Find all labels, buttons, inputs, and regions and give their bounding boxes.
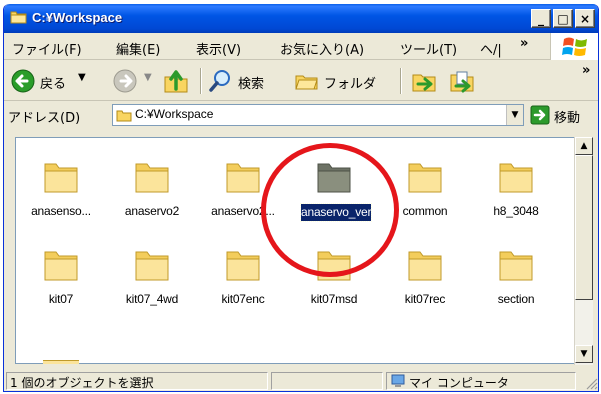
- folder-label: anaservo2...: [211, 204, 275, 218]
- scroll-down-button[interactable]: ▼: [575, 345, 593, 363]
- windows-logo: [550, 33, 598, 60]
- folder-item[interactable]: kit07rec: [380, 248, 470, 328]
- folder-label: anasenso...: [31, 204, 91, 218]
- folder-item[interactable]: anaservo_ver2: [289, 160, 379, 240]
- menu-bar: ファイル(F) 編集(E) 表示(V) お気に入り(A) ツール(T) ヘ/| …: [4, 33, 598, 60]
- folder-item[interactable]: h8_3048: [471, 160, 561, 240]
- status-location-label: マイ コンピュータ: [409, 376, 509, 390]
- menu-help[interactable]: ヘ/|: [480, 39, 502, 58]
- folder-item[interactable]: anaservo2: [107, 160, 197, 240]
- vertical-scrollbar[interactable]: ▲ ▼: [574, 137, 593, 365]
- copy-to-icon[interactable]: [448, 67, 476, 95]
- folder-item[interactable]: kit07: [16, 248, 106, 328]
- folder-icon: [408, 251, 442, 281]
- menu-favorites[interactable]: お気に入り(A): [280, 39, 364, 58]
- folder-item[interactable]: kit07_4wd: [107, 248, 197, 328]
- menu-overflow-chevron[interactable]: »: [520, 36, 528, 51]
- address-bar: アドレス(D) C:¥Workspace ▼ 移動: [4, 102, 598, 129]
- folder-icon: [226, 251, 260, 281]
- folder-icon: [135, 251, 169, 281]
- address-label: アドレス(D): [8, 111, 81, 126]
- forward-dropdown-chevron-icon: ▼: [144, 72, 152, 83]
- back-dropdown-chevron-icon[interactable]: ▼: [78, 72, 86, 83]
- folder-icon: [499, 163, 533, 193]
- back-button[interactable]: 戻る ▼: [10, 67, 102, 95]
- file-list-pane[interactable]: anasenso... anaservo2 anaservo2... anaservo…: [15, 137, 593, 365]
- scroll-up-button[interactable]: ▲: [575, 137, 593, 155]
- close-button[interactable]: ×: [575, 9, 595, 28]
- forward-button[interactable]: ▼: [112, 67, 156, 95]
- address-value: C:¥Workspace: [135, 107, 214, 121]
- toolbar-overflow-chevron[interactable]: »: [582, 63, 590, 78]
- search-icon: [209, 70, 230, 92]
- folder-icon: [499, 251, 533, 281]
- folder-label: kit07enc: [221, 292, 265, 306]
- folder-label: anaservo_ver2: [300, 203, 378, 222]
- back-label: 戻る: [40, 77, 67, 92]
- folder-item[interactable]: kit07enc: [198, 248, 288, 328]
- go-label: 移動: [554, 111, 581, 126]
- folder-label: common: [402, 204, 448, 218]
- folder-label: kit07msd: [310, 292, 358, 306]
- toolbar-separator: [200, 68, 201, 94]
- scrollbar-thumb[interactable]: [575, 155, 593, 300]
- folder-label: section: [497, 292, 535, 306]
- chevron-down-icon: ▼: [580, 349, 588, 359]
- toolbar-separator: [400, 68, 401, 94]
- address-dropdown-button[interactable]: ▼: [506, 105, 523, 125]
- folders-button[interactable]: フォルダ: [294, 67, 394, 95]
- menu-view[interactable]: 表示(V): [196, 39, 241, 58]
- address-input[interactable]: C:¥Workspace ▼: [112, 104, 524, 126]
- folder-label: kit07rec: [404, 292, 446, 306]
- windows-flag-icon: [562, 37, 587, 56]
- folders-label: フォルダ: [324, 77, 377, 92]
- folder-icon: [317, 251, 351, 281]
- menu-edit[interactable]: 編集(E): [116, 39, 160, 58]
- my-computer-icon: [391, 374, 405, 387]
- folder-icon: [135, 163, 169, 193]
- title-bar[interactable]: C:¥Workspace _ □ ×: [4, 4, 598, 33]
- menu-file[interactable]: ファイル(F): [12, 39, 82, 58]
- folder-icon: [317, 163, 351, 193]
- folder-icon: [44, 163, 78, 193]
- folder-item[interactable]: common: [380, 160, 470, 240]
- folder-icon: [44, 251, 78, 281]
- folder-item[interactable]: anasenso...: [16, 160, 106, 240]
- status-selection: 1 個のオブジェクトを選択: [6, 372, 268, 390]
- chevron-down-icon: ▼: [511, 110, 519, 120]
- folder-label: kit07_4wd: [125, 292, 179, 306]
- search-label: 検索: [238, 77, 265, 92]
- go-arrow-icon: [530, 105, 550, 125]
- folder-item[interactable]: kit07msd: [289, 248, 379, 328]
- status-location: マイ コンピュータ: [386, 372, 576, 390]
- folder-item[interactable]: section: [471, 248, 561, 328]
- folder-icon: [408, 163, 442, 193]
- folder-label: kit07: [48, 292, 74, 306]
- folder-icon: [116, 110, 132, 122]
- folders-icon: [295, 75, 318, 90]
- folder-label: anaservo2: [124, 204, 180, 218]
- up-folder-icon[interactable]: [162, 67, 190, 95]
- go-button[interactable]: 移動: [530, 104, 598, 126]
- chevron-up-icon: ▲: [580, 141, 588, 151]
- status-bar: 1 個のオブジェクトを選択 マイ コンピュータ: [4, 370, 598, 391]
- back-arrow-icon: [11, 69, 35, 93]
- resize-grip-icon[interactable]: [584, 376, 598, 390]
- standard-toolbar: 戻る ▼ ▼ 検索 フォルダ »: [4, 61, 598, 101]
- forward-arrow-icon: [113, 69, 137, 93]
- search-button[interactable]: 検索: [208, 67, 286, 95]
- explorer-window: C:¥Workspace _ □ × ファイル(F) 編集(E) 表示(V) お…: [3, 4, 599, 392]
- folder-icon: [10, 11, 27, 24]
- window-title: C:¥Workspace: [32, 10, 123, 25]
- menu-tools[interactable]: ツール(T): [400, 39, 457, 58]
- maximize-button[interactable]: □: [553, 9, 573, 28]
- folder-label: h8_3048: [493, 204, 539, 218]
- move-to-icon[interactable]: [410, 67, 438, 95]
- folder-item[interactable]: anaservo2...: [198, 160, 288, 240]
- minimize-button[interactable]: _: [531, 9, 551, 28]
- status-empty: [271, 372, 383, 390]
- folder-item-partial: [43, 360, 79, 364]
- folder-icon: [226, 163, 260, 193]
